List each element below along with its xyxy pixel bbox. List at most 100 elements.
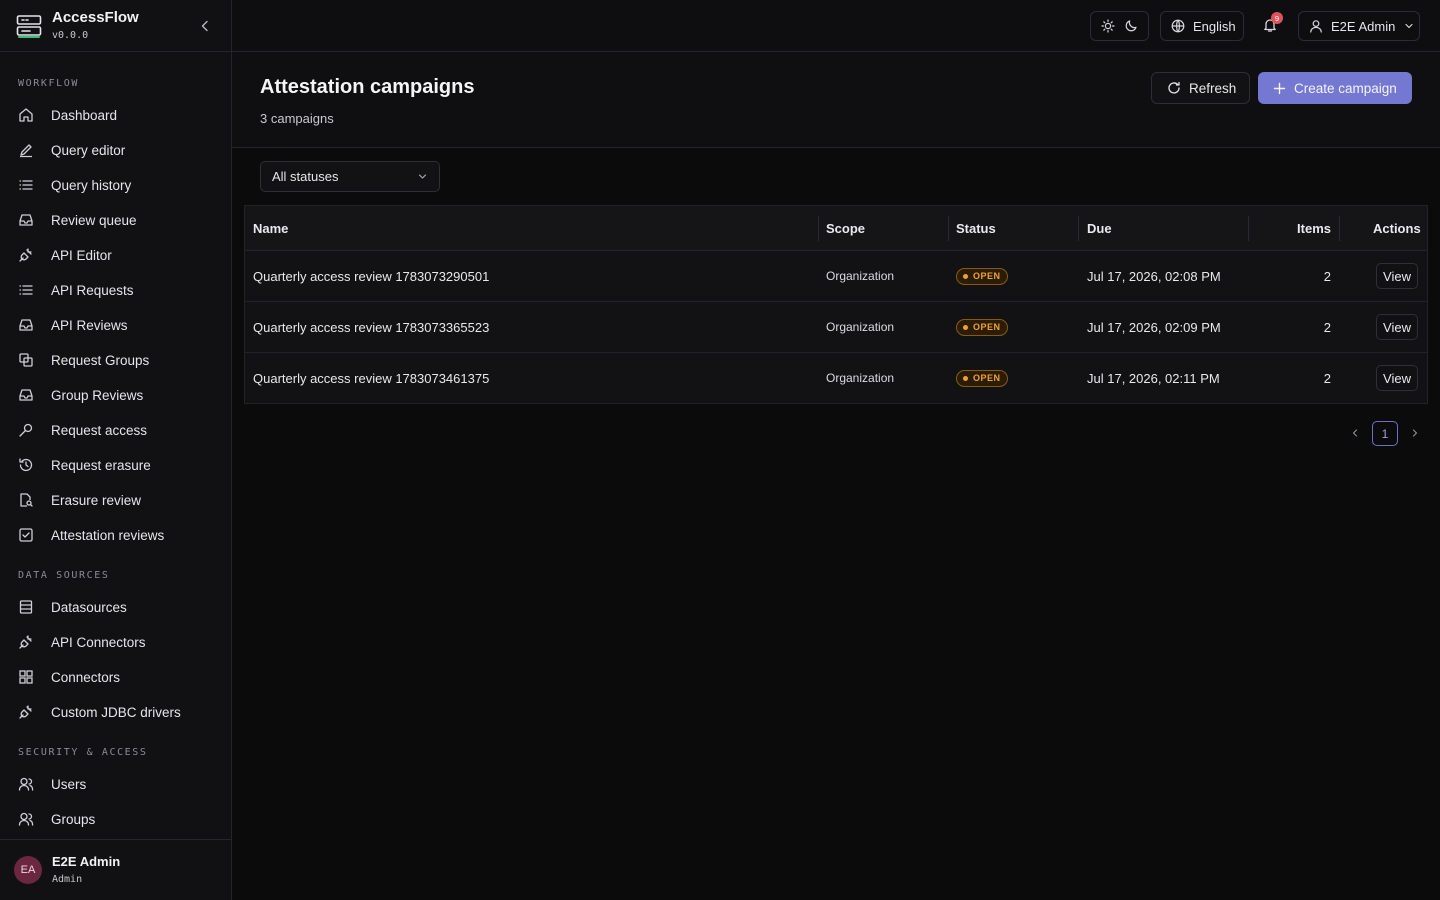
sidebar-item-label: Attestation reviews	[51, 527, 165, 543]
top-bar: English 9 E2E Admin	[232, 0, 1440, 52]
table-row: Quarterly access review 1783073290501 Or…	[245, 251, 1427, 302]
campaign-due: Jul 17, 2026, 02:08 PM	[1087, 268, 1221, 284]
chevron-left-icon[interactable]	[1349, 427, 1361, 439]
sidebar-item-attestation-reviews[interactable]: Attestation reviews	[8, 519, 223, 551]
status-cell: OPEN	[956, 353, 1008, 403]
campaign-due: Jul 17, 2026, 02:09 PM	[1087, 319, 1221, 335]
chevron-left-icon[interactable]	[196, 17, 214, 35]
sidebar-item-api-requests[interactable]: API Requests	[8, 274, 223, 306]
sidebar-item-request-access[interactable]: Request access	[8, 414, 223, 446]
chevron-down-icon	[418, 174, 427, 179]
actions-cell: View	[1376, 353, 1418, 403]
users-icon	[18, 777, 34, 791]
sidebar-item-label: API Requests	[51, 282, 134, 298]
theme-toggle[interactable]	[1090, 11, 1149, 41]
refresh-label: Refresh	[1189, 80, 1237, 96]
sidebar-item-api-reviews[interactable]: API Reviews	[8, 309, 223, 341]
campaigns-table: Name Scope Status Due Items Actions Quar…	[244, 205, 1428, 404]
inbox-icon	[19, 214, 33, 226]
sidebar-item-dashboard[interactable]: Dashboard	[8, 99, 223, 131]
column-header-status[interactable]: Status	[956, 206, 996, 251]
refresh-icon	[1168, 81, 1180, 94]
campaign-name[interactable]: Quarterly access review 1783073461375	[253, 353, 489, 403]
plug-icon	[19, 248, 32, 262]
column-header-due[interactable]: Due	[1087, 206, 1112, 251]
refresh-button[interactable]: Refresh	[1151, 72, 1250, 104]
campaign-items: 2	[1323, 319, 1331, 335]
column-divider	[1339, 216, 1340, 241]
status-badge: OPEN	[956, 267, 1008, 285]
pagination-page-1[interactable]: 1	[1372, 421, 1398, 446]
create-campaign-label: Create campaign	[1294, 80, 1397, 96]
sidebar-item-review-queue[interactable]: Review queue	[8, 204, 223, 236]
campaign-name[interactable]: Quarterly access review 1783073365523	[253, 302, 489, 352]
users-icon	[18, 812, 34, 826]
column-header-name[interactable]: Name	[253, 206, 288, 251]
user-menu-label: E2E Admin	[1331, 18, 1396, 34]
campaign-scope: Organization	[826, 371, 895, 385]
user-menu[interactable]: E2E Admin	[1298, 11, 1420, 41]
create-campaign-button[interactable]: Create campaign	[1258, 72, 1412, 104]
sidebar-user-footer[interactable]: EA E2E Admin Admin	[0, 839, 231, 900]
brand-header: AccessFlow v0.0.0	[0, 0, 231, 52]
view-button[interactable]: View	[1376, 365, 1418, 391]
sidebar-item-api-editor[interactable]: API Editor	[8, 239, 223, 271]
status-dot	[963, 324, 968, 330]
sidebar-item-request-erasure[interactable]: Request erasure	[8, 449, 223, 481]
user-icon	[1310, 20, 1322, 33]
sidebar-item-label: Group Reviews	[51, 387, 144, 403]
status-cell: OPEN	[956, 302, 1008, 352]
campaign-name[interactable]: Quarterly access review 1783073290501	[253, 251, 489, 301]
database-icon	[19, 600, 33, 614]
sidebar-item-label: Request erasure	[51, 457, 151, 473]
grid-icon	[19, 670, 33, 684]
status-badge: OPEN	[956, 369, 1008, 387]
status-filter-select[interactable]: All statuses	[260, 161, 440, 192]
sidebar-item-query-editor[interactable]: Query editor	[8, 134, 223, 166]
sidebar-item-datasources[interactable]: Datasources	[8, 591, 223, 623]
column-divider	[818, 216, 819, 241]
inbox-icon	[19, 389, 33, 401]
sidebar-item-groups[interactable]: Groups	[8, 803, 223, 835]
table-row: Quarterly access review 1783073461375 Or…	[245, 353, 1427, 404]
layers-icon	[19, 353, 33, 367]
footer-user-name: E2E Admin	[52, 854, 121, 869]
status-text: OPEN	[973, 271, 1001, 281]
column-header-actions: Actions	[1373, 221, 1421, 236]
campaign-items: 2	[1323, 268, 1331, 284]
section-title-workflow: WORKFLOW	[18, 78, 79, 89]
plug-icon	[19, 705, 32, 719]
status-dot	[963, 273, 968, 279]
view-button[interactable]: View	[1376, 263, 1418, 289]
sidebar-item-query-history[interactable]: Query history	[8, 169, 223, 201]
sun-icon[interactable]	[1101, 19, 1115, 33]
view-button[interactable]: View	[1376, 314, 1418, 340]
sidebar-item-label: Review queue	[51, 212, 137, 228]
sidebar-item-label: API Editor	[51, 247, 112, 263]
language-selector[interactable]: English	[1160, 11, 1244, 41]
column-header-scope[interactable]: Scope	[826, 206, 865, 251]
sidebar-item-api-connectors[interactable]: API Connectors	[8, 626, 223, 658]
home-icon	[19, 108, 33, 122]
chevron-right-icon[interactable]	[1409, 427, 1421, 439]
sidebar-item-label: Query history	[51, 177, 132, 193]
sidebar-item-label: Query editor	[51, 142, 126, 158]
sidebar-item-connectors[interactable]: Connectors	[8, 661, 223, 693]
actions-cell: View	[1376, 302, 1418, 352]
sidebar-item-label: Datasources	[51, 599, 127, 615]
sidebar-item-label: Users	[51, 776, 87, 792]
sidebar-item-label: Dashboard	[51, 107, 118, 123]
sidebar-item-request-groups[interactable]: Request Groups	[8, 344, 223, 376]
sidebar: AccessFlow v0.0.0 WORKFLOW Dashboard Que…	[0, 0, 232, 900]
moon-icon[interactable]	[1124, 19, 1138, 33]
sidebar-item-label: API Connectors	[51, 634, 146, 650]
sidebar-item-erasure-review[interactable]: Erasure review	[8, 484, 223, 516]
column-header-items[interactable]: Items	[1295, 206, 1331, 251]
campaign-scope: Organization	[826, 320, 895, 334]
sidebar-item-label: Request access	[51, 422, 148, 438]
sidebar-item-group-reviews[interactable]: Group Reviews	[8, 379, 223, 411]
sidebar-item-users[interactable]: Users	[8, 768, 223, 800]
file-search-icon	[20, 493, 33, 507]
notification-badge: 9	[1271, 12, 1283, 24]
sidebar-item-custom-jdbc-drivers[interactable]: Custom JDBC drivers	[8, 696, 223, 728]
